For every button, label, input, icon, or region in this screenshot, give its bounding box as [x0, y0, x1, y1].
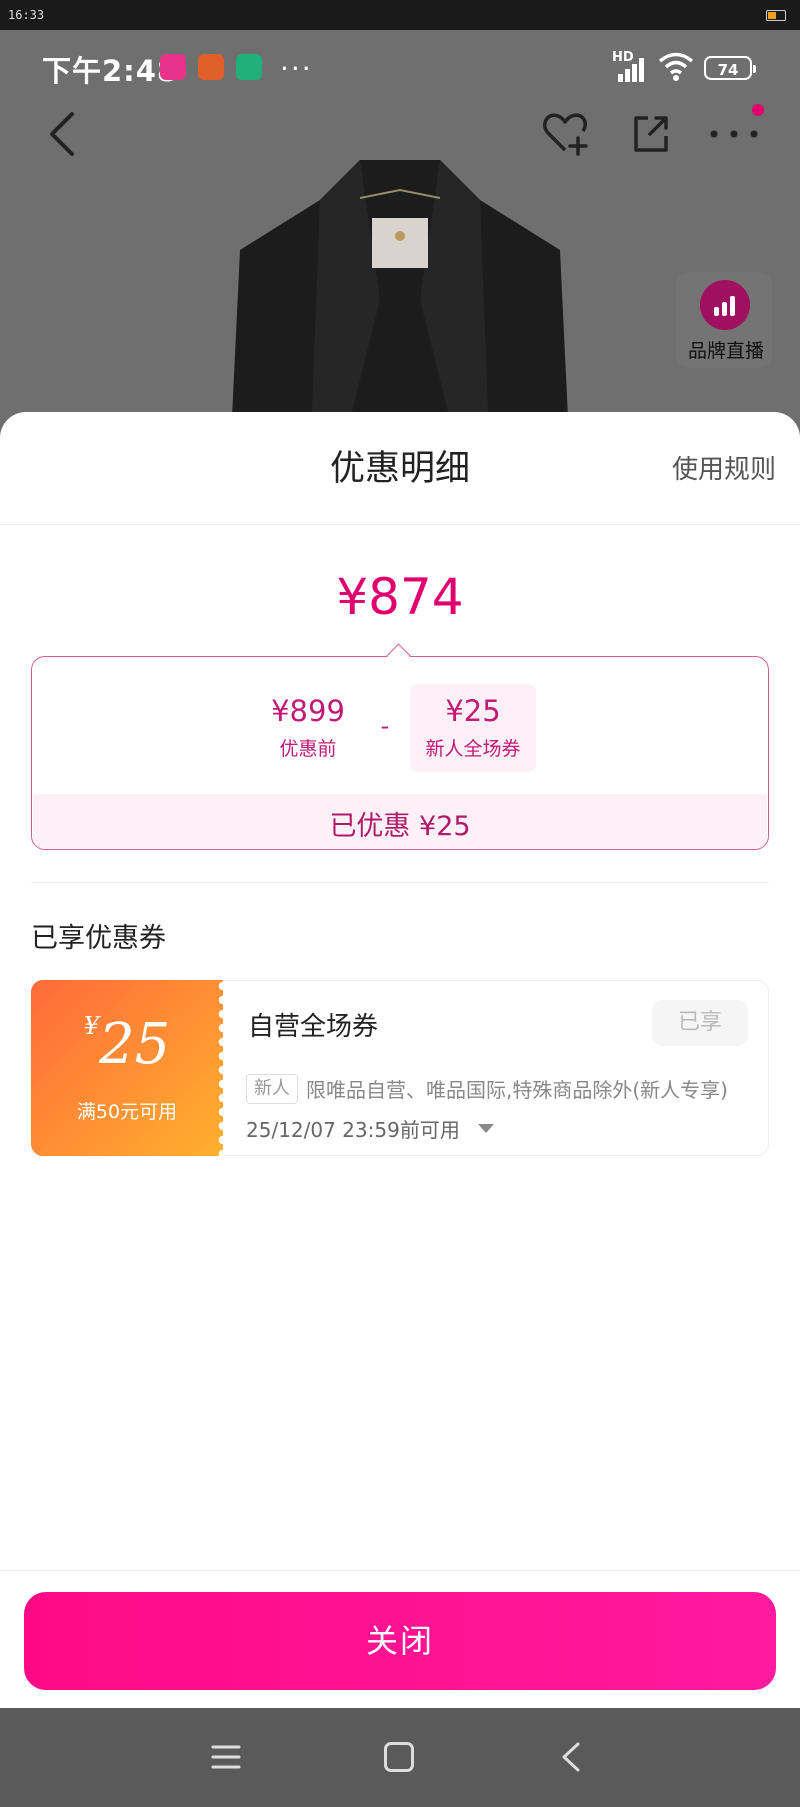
coupon-value: ¥25	[31, 1012, 223, 1077]
menu-icon[interactable]	[210, 1742, 242, 1772]
expand-caret-icon[interactable]	[478, 1124, 494, 1133]
coupon-status-badge: 已享	[652, 1000, 748, 1046]
app-notification-icon	[198, 54, 224, 80]
rules-link[interactable]: 使用规则	[660, 449, 776, 486]
live-label: 品牌直播	[687, 340, 764, 362]
coupon-name: 自营全场券	[248, 1012, 379, 1042]
minus-sign: -	[380, 712, 390, 740]
wifi-icon	[658, 52, 694, 81]
divider	[0, 524, 800, 525]
battery-mini-icon	[766, 10, 786, 21]
divider	[31, 882, 769, 883]
final-price: ¥874	[336, 568, 464, 626]
app-notification-icon	[160, 54, 186, 80]
saved-text: 已优惠 ¥25	[329, 811, 471, 842]
coupon-condition: 满50元可用	[76, 1101, 178, 1123]
section-title: 已享优惠券	[31, 923, 166, 954]
original-price-label: 优惠前	[279, 738, 337, 760]
notification-dot	[752, 104, 764, 116]
status-time: 下午2:48	[42, 54, 179, 88]
home-icon[interactable]	[384, 1742, 414, 1772]
newbie-tag: 新人	[246, 1074, 298, 1104]
system-back-icon[interactable]	[556, 1740, 586, 1774]
coupon-discount-amount: ¥25	[445, 694, 501, 728]
system-bar: 16:33	[0, 0, 800, 30]
system-time: 16:33	[8, 8, 45, 22]
coupon-discount-label: 新人全场券	[425, 738, 521, 760]
original-price: ¥899	[271, 694, 345, 728]
more-notifications-icon: ···	[280, 52, 313, 85]
coupon-description: 限唯品自营、唯品国际,特殊商品除外(新人专享)	[306, 1078, 728, 1102]
back-icon[interactable]	[44, 108, 84, 160]
shield-icon	[236, 54, 262, 80]
more-icon[interactable]	[706, 112, 762, 152]
share-icon[interactable]	[628, 110, 674, 156]
coupon-expiry[interactable]: 25/12/07 23:59前可用	[246, 1114, 460, 1143]
live-stream-icon[interactable]	[700, 280, 750, 330]
close-button[interactable]: 关闭	[24, 1592, 776, 1690]
coupon-amount: 25	[99, 1012, 171, 1077]
coupon-currency: ¥	[83, 1012, 99, 1040]
favorite-add-icon[interactable]	[540, 110, 590, 156]
battery-icon: 74	[704, 56, 756, 80]
signal-icon	[618, 56, 650, 82]
divider	[0, 1570, 800, 1571]
